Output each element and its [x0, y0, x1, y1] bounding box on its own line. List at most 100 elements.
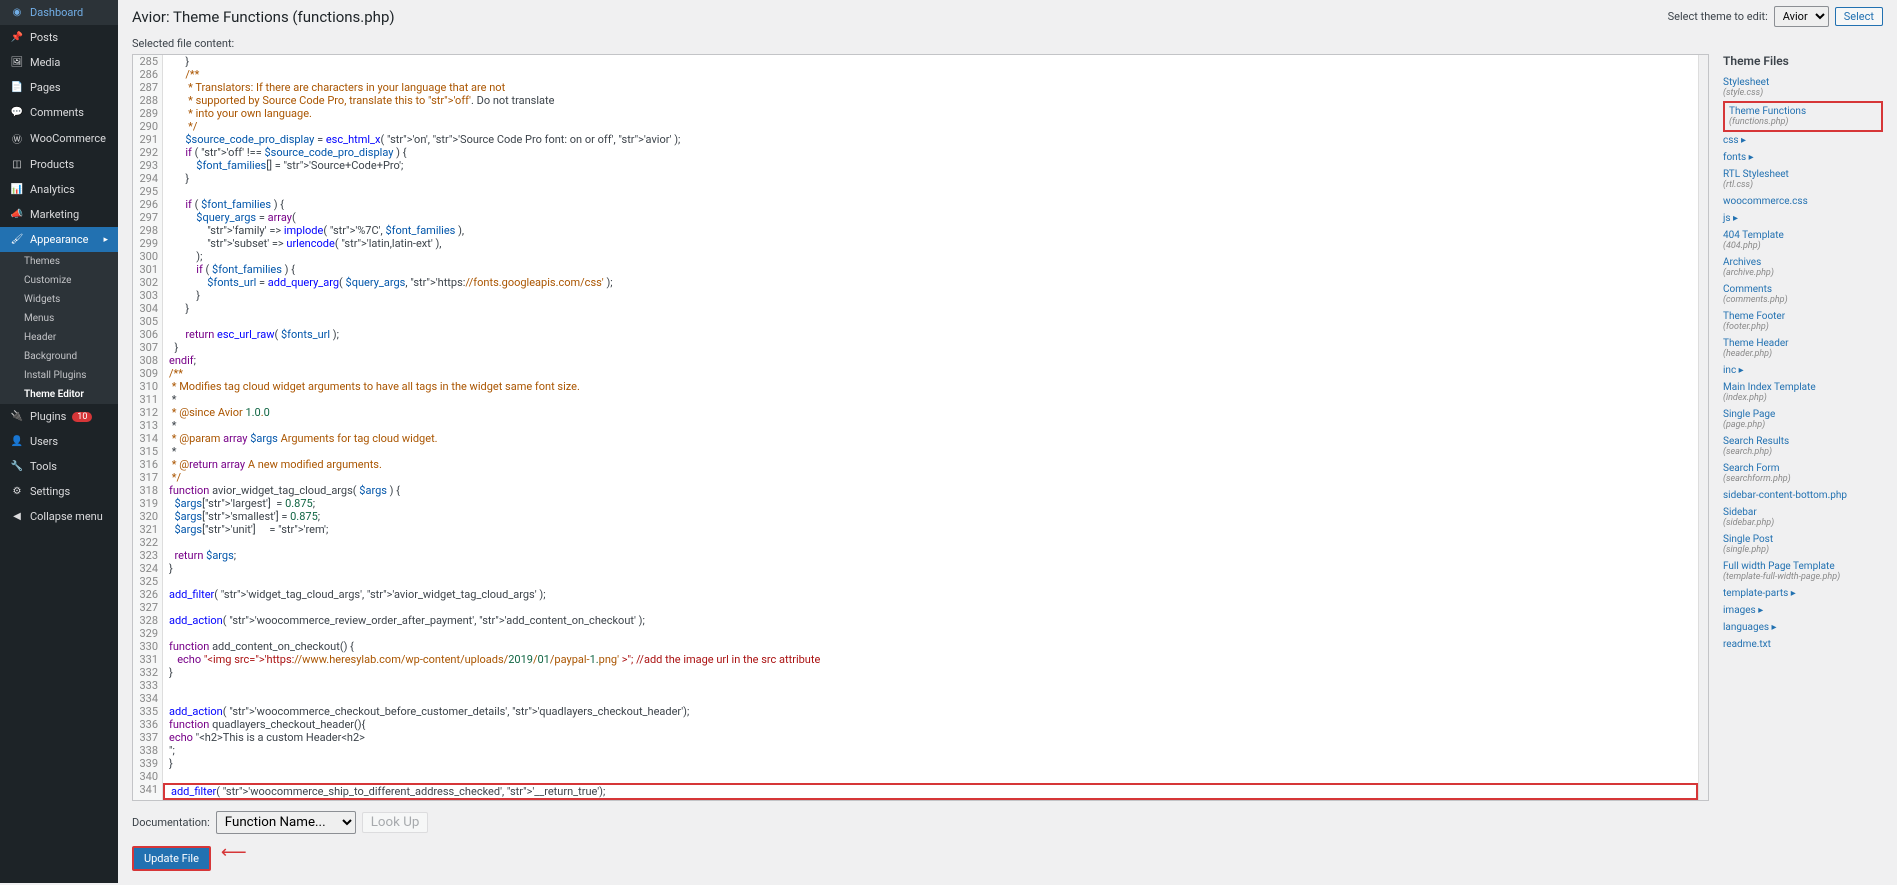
code-line[interactable]: if ( $font_families ) { [163, 263, 1698, 276]
menu-products[interactable]: ◫Products [0, 152, 118, 177]
code-line[interactable]: "str">'subset' => urlencode( "str">'lati… [163, 237, 1698, 250]
code-line[interactable]: function quadlayers_checkout_header(){ [163, 718, 1698, 731]
code-line[interactable]: * @param array $args Arguments for tag c… [163, 432, 1698, 445]
file-link[interactable]: Search Results [1723, 436, 1883, 447]
file-theme-functions[interactable]: Theme Functions(functions.php) [1723, 101, 1883, 132]
file-link[interactable]: Sidebar [1723, 507, 1883, 518]
file-images-[interactable]: images ▸ [1723, 602, 1883, 619]
menu-dashboard[interactable]: ◉Dashboard [0, 0, 118, 25]
file-404-template[interactable]: 404 Template(404.php) [1723, 227, 1883, 254]
code-line[interactable]: * [163, 445, 1698, 458]
code-line[interactable]: $source_code_pro_display = esc_html_x( "… [163, 133, 1698, 146]
code-line[interactable]: } [163, 562, 1698, 575]
file-link[interactable]: Stylesheet [1723, 77, 1883, 88]
code-line[interactable]: $query_args = array( [163, 211, 1698, 224]
menu-pages[interactable]: 📄Pages [0, 75, 118, 100]
submenu-header[interactable]: Header [0, 328, 118, 347]
file-full-width-page-template[interactable]: Full width Page Template(template-full-w… [1723, 558, 1883, 585]
code-line[interactable] [163, 679, 1698, 692]
code-line[interactable]: add_action( "str">'woocommerce_checkout_… [163, 705, 1698, 718]
code-line[interactable]: add_action( "str">'woocommerce_review_or… [163, 614, 1698, 627]
file-link[interactable]: Comments [1723, 284, 1883, 295]
file-sidebar-content-bottom-php[interactable]: sidebar-content-bottom.php [1723, 487, 1883, 504]
code-line[interactable]: if ( "str">'off' !== $source_code_pro_di… [163, 146, 1698, 159]
menu-settings[interactable]: ⚙Settings [0, 479, 118, 504]
code-line[interactable]: * @since Avior 1.0.0 [163, 406, 1698, 419]
file-link[interactable]: readme.txt [1723, 639, 1883, 650]
code-line[interactable]: } [163, 172, 1698, 185]
code-line[interactable]: * Translators: If there are characters i… [163, 81, 1698, 94]
menu-posts[interactable]: 📌Posts [0, 25, 118, 50]
file-link[interactable]: Theme Footer [1723, 311, 1883, 322]
file-sidebar[interactable]: Sidebar(sidebar.php) [1723, 504, 1883, 531]
file-link[interactable]: 404 Template [1723, 230, 1883, 241]
file-single-post[interactable]: Single Post(single.php) [1723, 531, 1883, 558]
code-line[interactable] [163, 536, 1698, 549]
code-line[interactable] [163, 770, 1698, 783]
code-line[interactable]: return esc_url_raw( $fonts_url ); [163, 328, 1698, 341]
file-stylesheet[interactable]: Stylesheet(style.css) [1723, 74, 1883, 101]
lookup-button[interactable]: Look Up [362, 812, 429, 833]
file-link[interactable]: inc ▸ [1723, 365, 1883, 376]
code-line[interactable]: } [163, 289, 1698, 302]
file-link[interactable]: RTL Stylesheet [1723, 169, 1883, 180]
file-rtl-stylesheet[interactable]: RTL Stylesheet(rtl.css) [1723, 166, 1883, 193]
file-link[interactable]: fonts ▸ [1723, 152, 1883, 163]
submenu-theme-editor[interactable]: Theme Editor [0, 385, 118, 404]
code-line[interactable]: */ [163, 471, 1698, 484]
theme-select[interactable]: Avior [1774, 6, 1829, 27]
code-line[interactable]: add_filter( "str">'woocommerce_ship_to_d… [163, 783, 1698, 800]
file-inc-[interactable]: inc ▸ [1723, 362, 1883, 379]
menu-tools[interactable]: 🔧Tools [0, 454, 118, 479]
menu-users[interactable]: 👤Users [0, 429, 118, 454]
menu-appearance[interactable]: 🖌Appearance▸ [0, 227, 118, 252]
file-link[interactable]: Search Form [1723, 463, 1883, 474]
select-button[interactable]: Select [1835, 7, 1883, 26]
file-link[interactable]: template-parts ▸ [1723, 588, 1883, 599]
code-line[interactable]: return $args; [163, 549, 1698, 562]
menu-media[interactable]: 🖼Media [0, 50, 118, 75]
code-line[interactable] [163, 601, 1698, 614]
code-line[interactable]: * supported by Source Code Pro, translat… [163, 94, 1698, 107]
file-theme-footer[interactable]: Theme Footer(footer.php) [1723, 308, 1883, 335]
code-line[interactable]: } [163, 341, 1698, 354]
code-line[interactable] [163, 692, 1698, 705]
submenu-background[interactable]: Background [0, 347, 118, 366]
file-search-form[interactable]: Search Form(searchform.php) [1723, 460, 1883, 487]
code-line[interactable]: add_filter( "str">'widget_tag_cloud_args… [163, 588, 1698, 601]
code-line[interactable]: * Modifies tag cloud widget arguments to… [163, 380, 1698, 393]
code-line[interactable] [163, 627, 1698, 640]
code-line[interactable] [163, 575, 1698, 588]
file-woocommerce-css[interactable]: woocommerce.css [1723, 193, 1883, 210]
file-css-[interactable]: css ▸ [1723, 132, 1883, 149]
file-link[interactable]: js ▸ [1723, 213, 1883, 224]
code-line[interactable]: $font_families[] = "str">'Source+Code+Pr… [163, 159, 1698, 172]
file-link[interactable]: Single Page [1723, 409, 1883, 420]
code-line[interactable]: endif; [163, 354, 1698, 367]
code-line[interactable]: /** [163, 367, 1698, 380]
scrollbar[interactable] [1698, 55, 1708, 800]
file-link[interactable]: images ▸ [1723, 605, 1883, 616]
code-line[interactable]: } [163, 757, 1698, 770]
submenu-widgets[interactable]: Widgets [0, 290, 118, 309]
code-line[interactable]: * [163, 393, 1698, 406]
code-line[interactable]: function avior_widget_tag_cloud_args( $a… [163, 484, 1698, 497]
code-line[interactable]: echo "<h2>This is a custom Header<h2> [163, 731, 1698, 744]
file-languages-[interactable]: languages ▸ [1723, 619, 1883, 636]
code-line[interactable]: "str">'family' => implode( "str">'%7C', … [163, 224, 1698, 237]
code-line[interactable]: * into your own language. [163, 107, 1698, 120]
code-line[interactable] [163, 315, 1698, 328]
file-archives[interactable]: Archives(archive.php) [1723, 254, 1883, 281]
file-link[interactable]: Archives [1723, 257, 1883, 268]
file-link[interactable]: languages ▸ [1723, 622, 1883, 633]
submenu-install-plugins[interactable]: Install Plugins [0, 366, 118, 385]
menu-marketing[interactable]: 📣Marketing [0, 202, 118, 227]
code-line[interactable]: "; [163, 744, 1698, 757]
code-line[interactable]: echo "<img src=">'https://www.heresylab.… [163, 653, 1698, 666]
menu-plugins[interactable]: 🔌Plugins10 [0, 404, 118, 429]
file-link[interactable]: css ▸ [1723, 135, 1883, 146]
code-line[interactable]: * [163, 419, 1698, 432]
submenu-customize[interactable]: Customize [0, 271, 118, 290]
file-readme-txt[interactable]: readme.txt [1723, 636, 1883, 653]
file-template-parts-[interactable]: template-parts ▸ [1723, 585, 1883, 602]
